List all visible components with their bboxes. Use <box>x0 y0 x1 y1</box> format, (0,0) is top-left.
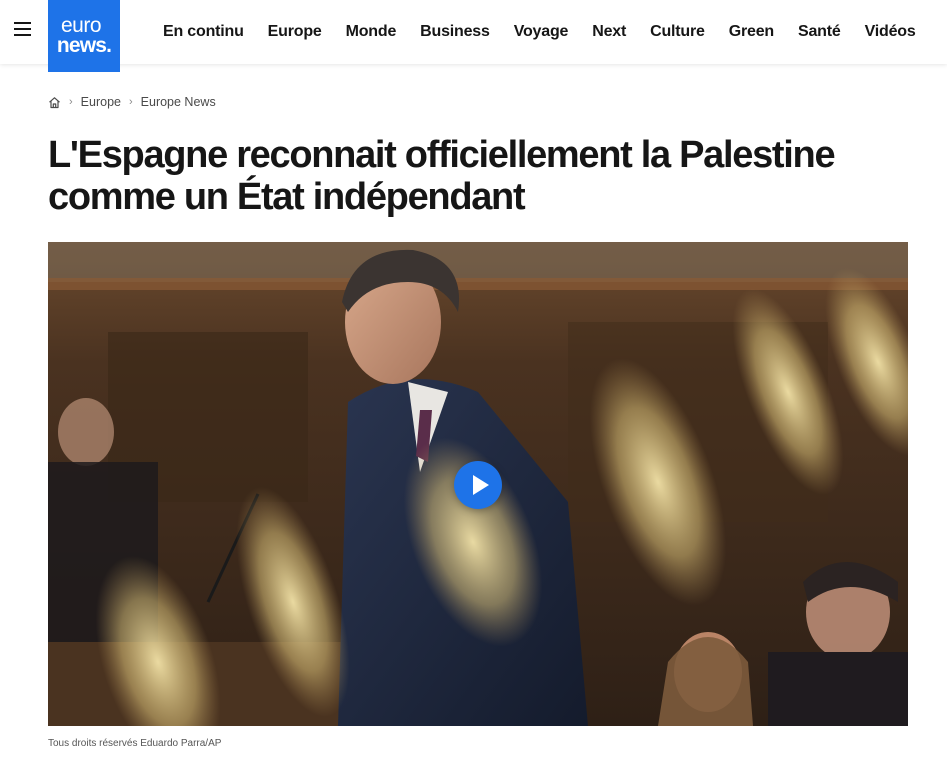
chevron-right-icon: › <box>69 96 73 108</box>
breadcrumb: › Europe › Europe News <box>48 93 216 111</box>
nav-next[interactable]: Next <box>592 23 626 41</box>
logo-line-1: euro <box>60 14 102 38</box>
image-caption: Tous droits réservés Eduardo Parra/AP <box>48 738 222 749</box>
play-button[interactable] <box>454 461 502 509</box>
article-title: L'Espagne reconnait officiellement la Pa… <box>48 134 836 218</box>
nav-sante[interactable]: Santé <box>798 23 841 41</box>
hamburger-menu-icon[interactable] <box>14 22 34 42</box>
nav-voyage[interactable]: Voyage <box>514 23 569 41</box>
nav-en-continu[interactable]: En continu <box>163 23 244 41</box>
home-icon[interactable] <box>48 96 61 109</box>
nav-green[interactable]: Green <box>729 23 774 41</box>
site-header: euro news. En continu Europe Monde Busin… <box>0 0 947 72</box>
euronews-logo[interactable]: euro news. <box>48 0 120 72</box>
nav-monde[interactable]: Monde <box>346 23 397 41</box>
chevron-right-icon: › <box>128 96 133 108</box>
breadcrumb-europe-news[interactable]: Europe News <box>141 95 216 109</box>
nav-europe[interactable]: Europe <box>268 23 322 41</box>
article-video-thumbnail[interactable] <box>48 242 908 726</box>
nav-business[interactable]: Business <box>420 23 490 41</box>
nav-videos[interactable]: Vidéos <box>865 23 916 41</box>
play-icon <box>472 475 489 495</box>
logo-line-2: news. <box>56 34 112 57</box>
breadcrumb-europe[interactable]: Europe <box>81 95 121 109</box>
nav-culture[interactable]: Culture <box>650 23 705 41</box>
main-nav: En continu Europe Monde Business Voyage … <box>163 0 916 64</box>
